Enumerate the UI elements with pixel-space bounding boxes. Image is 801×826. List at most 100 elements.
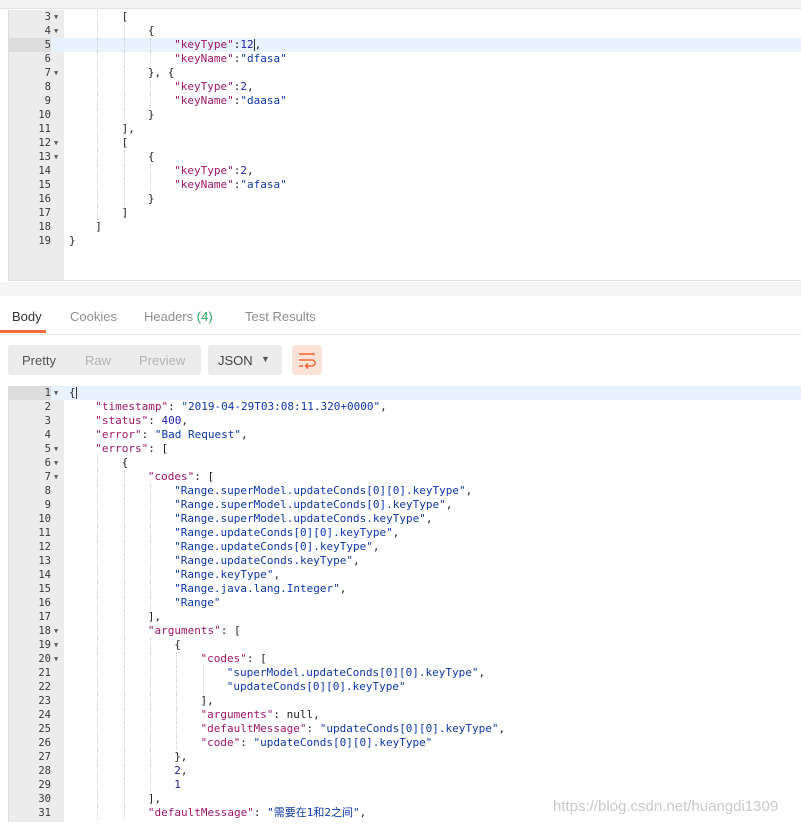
code-line[interactable]: 8 "Range.superModel.updateConds[0][0].key… bbox=[9, 484, 801, 498]
code-line[interactable]: 4 "error": "Bad Request", bbox=[9, 428, 801, 442]
request-body-editor[interactable]: 3 ▼[4 ▼{5 "keyType":12, 6 "keyName":"dfasa" 7 ▼… bbox=[8, 10, 801, 281]
code-line[interactable]: 18] bbox=[9, 220, 801, 234]
code-line[interactable]: 15 "Range.java.lang.Integer", bbox=[9, 582, 801, 596]
code-line[interactable]: 5 "keyType":12, bbox=[9, 38, 801, 52]
code-line[interactable]: 22 "updateConds[0][0].keyType" bbox=[9, 680, 801, 694]
line-number: 8 bbox=[44, 81, 51, 93]
line-number: 30 bbox=[38, 793, 51, 805]
code-line[interactable]: 16} bbox=[9, 192, 801, 206]
code-line[interactable]: 25 "defaultMessage": "updateConds[0][0].k… bbox=[9, 722, 801, 736]
code-line[interactable]: 17], bbox=[9, 610, 801, 624]
indent-guide bbox=[97, 512, 99, 526]
code-line[interactable]: 27}, bbox=[9, 750, 801, 764]
preview-button[interactable]: Preview bbox=[139, 353, 185, 368]
code-line[interactable]: 19 ▼ { bbox=[9, 638, 801, 652]
pane-divider[interactable] bbox=[0, 282, 801, 296]
code-line[interactable]: 26 "code": "updateConds[0][0].keyType" bbox=[9, 736, 801, 750]
fold-toggle-icon[interactable]: ▼ bbox=[54, 66, 62, 80]
line-number: 25 bbox=[38, 723, 51, 735]
code-text: 1 bbox=[174, 778, 181, 792]
code-line[interactable]: 24 "arguments": null, bbox=[9, 708, 801, 722]
fold-toggle-icon[interactable]: ▼ bbox=[54, 10, 62, 24]
fold-toggle-icon[interactable]: ▼ bbox=[54, 442, 62, 456]
indent-guide bbox=[176, 680, 178, 694]
code-line[interactable]: 6 "keyName":"dfasa" bbox=[9, 52, 801, 66]
code-line[interactable]: 1 ▼ { bbox=[9, 386, 801, 400]
fold-toggle-icon[interactable]: ▼ bbox=[54, 386, 62, 400]
code-line[interactable]: 12 "Range.updateConds[0].keyType", bbox=[9, 540, 801, 554]
code-line[interactable]: 28 2, bbox=[9, 764, 801, 778]
json-punctuation: , bbox=[181, 414, 189, 427]
indent-guide bbox=[149, 666, 151, 680]
line-number: 12 bbox=[38, 541, 51, 553]
code-line[interactable]: 3 "status": 400, bbox=[9, 414, 801, 428]
code-line[interactable]: 7 ▼}, { bbox=[9, 66, 801, 80]
fold-toggle-icon[interactable]: ▼ bbox=[54, 24, 62, 38]
fold-toggle-icon[interactable]: ▼ bbox=[54, 456, 62, 470]
code-line[interactable]: 15 "keyName":"afasa" bbox=[9, 178, 801, 192]
code-line[interactable]: 6 ▼ { bbox=[9, 456, 801, 470]
code-line[interactable]: 11 "Range.updateConds[0][0].keyType", bbox=[9, 526, 801, 540]
code-line[interactable]: 9 "Range.superModel.updateConds[0].keyTyp… bbox=[9, 498, 801, 512]
json-punctuation: , bbox=[247, 80, 254, 93]
code-line[interactable]: 3 ▼ [ bbox=[9, 10, 801, 24]
response-body-editor[interactable]: 1 ▼ {2 "timestamp": "2019-04-29T03:08:11.32… bbox=[8, 386, 801, 822]
tab-headers[interactable]: Headers (4) bbox=[144, 309, 213, 324]
code-text: "Range.superModel.updateConds[0].keyType… bbox=[174, 498, 452, 512]
fold-toggle-icon[interactable]: ▼ bbox=[54, 136, 62, 150]
tab-cookies[interactable]: Cookies bbox=[70, 309, 117, 324]
code-line[interactable]: 8 "keyType":2, bbox=[9, 80, 801, 94]
indent-guide bbox=[123, 694, 125, 708]
code-text: ], bbox=[148, 610, 161, 624]
indent-guide bbox=[123, 778, 125, 792]
fold-toggle-icon[interactable]: ▼ bbox=[54, 470, 62, 484]
tab-test-results[interactable]: Test Results bbox=[245, 309, 316, 324]
code-line[interactable]: 14 "Range.keyType", bbox=[9, 568, 801, 582]
response-tabs: Body Cookies Headers (4) Test Results bbox=[0, 296, 801, 335]
fold-toggle-icon[interactable]: ▼ bbox=[54, 624, 62, 638]
fold-toggle-icon[interactable]: ▼ bbox=[54, 150, 62, 164]
code-line[interactable]: 10 "Range.superModel.updateConds.keyType"… bbox=[9, 512, 801, 526]
code-line[interactable]: 5 ▼ "errors": [ bbox=[9, 442, 801, 456]
code-line[interactable]: 12 ▼ [ bbox=[9, 136, 801, 150]
code-text: { bbox=[69, 386, 77, 400]
code-line[interactable]: 2 "timestamp": "2019-04-29T03:08:11.320+0… bbox=[9, 400, 801, 414]
json-key: "error" bbox=[95, 428, 142, 441]
indent-guide bbox=[123, 512, 125, 526]
fold-toggle-icon[interactable]: ▼ bbox=[54, 638, 62, 652]
format-dropdown[interactable]: JSON ▼ bbox=[208, 345, 282, 375]
indent-guide bbox=[123, 526, 125, 540]
json-punctuation: ], bbox=[147, 792, 162, 805]
indent-guide bbox=[97, 484, 99, 498]
code-line[interactable]: 9 "keyName":"daasa" bbox=[9, 94, 801, 108]
indent-guide bbox=[123, 66, 125, 80]
code-line[interactable]: 23], bbox=[9, 694, 801, 708]
tab-body[interactable]: Body bbox=[12, 309, 42, 324]
pretty-button[interactable]: Pretty bbox=[22, 353, 56, 368]
json-key: "status" bbox=[95, 414, 149, 427]
wrap-lines-button[interactable] bbox=[292, 345, 322, 375]
indent-guide bbox=[149, 736, 151, 750]
indent-guide bbox=[176, 736, 178, 750]
code-line[interactable]: 13 ▼ { bbox=[9, 150, 801, 164]
code-text: "defaultMessage": "需要在1和2之间", bbox=[148, 806, 366, 820]
code-line[interactable]: 7 ▼ "codes": [ bbox=[9, 470, 801, 484]
indent-guide bbox=[97, 652, 99, 666]
code-line[interactable]: 19} bbox=[9, 234, 801, 248]
code-line[interactable]: 14 "keyType":2, bbox=[9, 164, 801, 178]
code-line[interactable]: 4 ▼ { bbox=[9, 24, 801, 38]
code-text: "keyType":2, bbox=[174, 80, 253, 94]
code-line[interactable]: 13 "Range.updateConds.keyType", bbox=[9, 554, 801, 568]
code-line[interactable]: 11], bbox=[9, 122, 801, 136]
code-line[interactable]: 10} bbox=[9, 108, 801, 122]
raw-button[interactable]: Raw bbox=[85, 353, 111, 368]
code-line[interactable]: 20 ▼ "codes": [ bbox=[9, 652, 801, 666]
code-line[interactable]: 29 1 bbox=[9, 778, 801, 792]
code-line[interactable]: 17] bbox=[9, 206, 801, 220]
code-line[interactable]: 16 "Range" bbox=[9, 596, 801, 610]
code-line[interactable]: 21 "superModel.updateConds[0][0].keyType"… bbox=[9, 666, 801, 680]
fold-toggle-icon[interactable]: ▼ bbox=[54, 652, 62, 666]
code-line[interactable]: 18 ▼ "arguments": [ bbox=[9, 624, 801, 638]
indent-guide bbox=[97, 666, 99, 680]
line-number: 8 bbox=[44, 485, 51, 497]
